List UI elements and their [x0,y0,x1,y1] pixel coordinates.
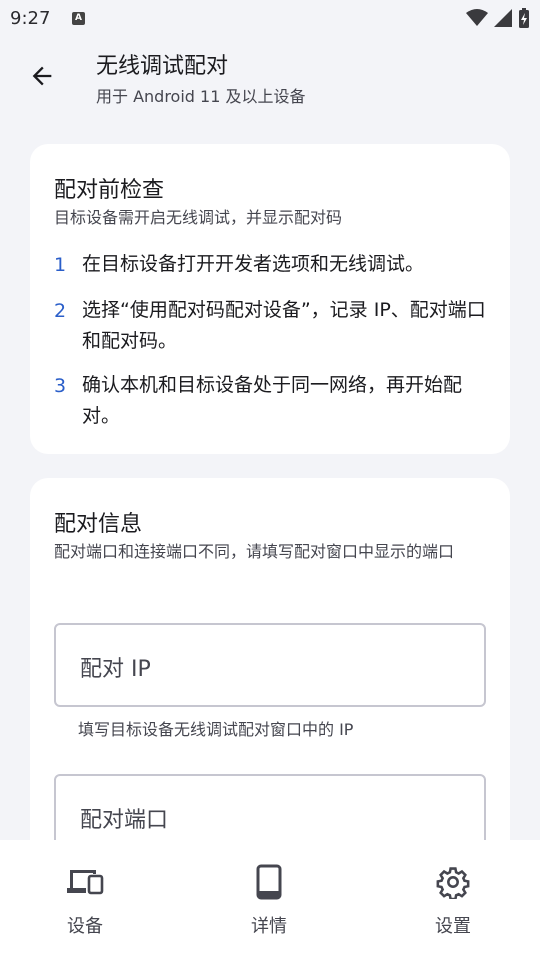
nav-label: 设备 [67,916,103,937]
step-item: 1 在目标设备打开开发者选项和无线调试。 [54,253,486,280]
step-number: 3 [54,375,67,397]
precheck-card: 配对前检查 目标设备需开启无线调试，并显示配对码 1 在目标设备打开开发者选项和… [30,144,510,454]
nav-label: 详情 [251,916,287,937]
pair-info-description: 配对端口和连接端口不同，请填写配对窗口中显示的端口 [54,542,455,561]
pair-ip-label: 配对 IP [80,657,151,682]
step-item: 3 确认本机和目标设备处于同一网络，再开始配对。 [54,374,486,432]
nav-item-settings[interactable]: 设置 [383,840,523,960]
status-bar: 9:27 A [0,0,540,38]
page-title: 无线调试配对 [96,54,229,79]
step-text: 确认本机和目标设备处于同一网络，再开始配对。 [82,374,463,427]
precheck-title: 配对前检查 [54,178,165,203]
pair-info-card: 配对信息 配对端口和连接端口不同，请填写配对窗口中显示的端口 配对 IP 填写目… [30,478,510,858]
phone-icon [249,862,289,902]
step-item: 2 选择“使用配对码配对设备”，记录 IP、配对端口和配对码。 [54,299,486,357]
nav-label: 设置 [435,916,471,937]
pair-ip-field[interactable]: 配对 IP [54,623,486,707]
app-bar: 无线调试配对 用于 Android 11 及以上设备 [0,40,540,116]
step-number: 2 [54,300,67,322]
step-number: 1 [54,254,67,276]
wifi-icon [466,9,488,26]
page-subtitle: 用于 Android 11 及以上设备 [96,87,306,106]
pair-port-label: 配对端口 [80,808,169,833]
notification-icon: A [72,12,85,25]
precheck-description: 目标设备需开启无线调试，并显示配对码 [54,208,343,227]
gear-icon [433,862,473,902]
step-text: 在目标设备打开开发者选项和无线调试。 [82,253,425,275]
arrow-back-icon [32,66,52,86]
battery-icon [519,8,529,28]
step-text: 选择“使用配对码配对设备”，记录 IP、配对端口和配对码。 [82,299,486,352]
bottom-nav: 设备 详情 设置 [0,840,540,960]
nav-item-details[interactable]: 详情 [199,840,339,960]
devices-icon [65,862,105,902]
back-button[interactable] [22,56,62,96]
signal-icon [494,9,512,27]
status-icons [466,8,530,28]
nav-item-devices[interactable]: 设备 [15,840,155,960]
pair-info-title: 配对信息 [54,512,143,537]
status-time: 9:27 [10,8,51,29]
pair-ip-help: 填写目标设备无线调试配对窗口中的 IP [78,720,354,739]
